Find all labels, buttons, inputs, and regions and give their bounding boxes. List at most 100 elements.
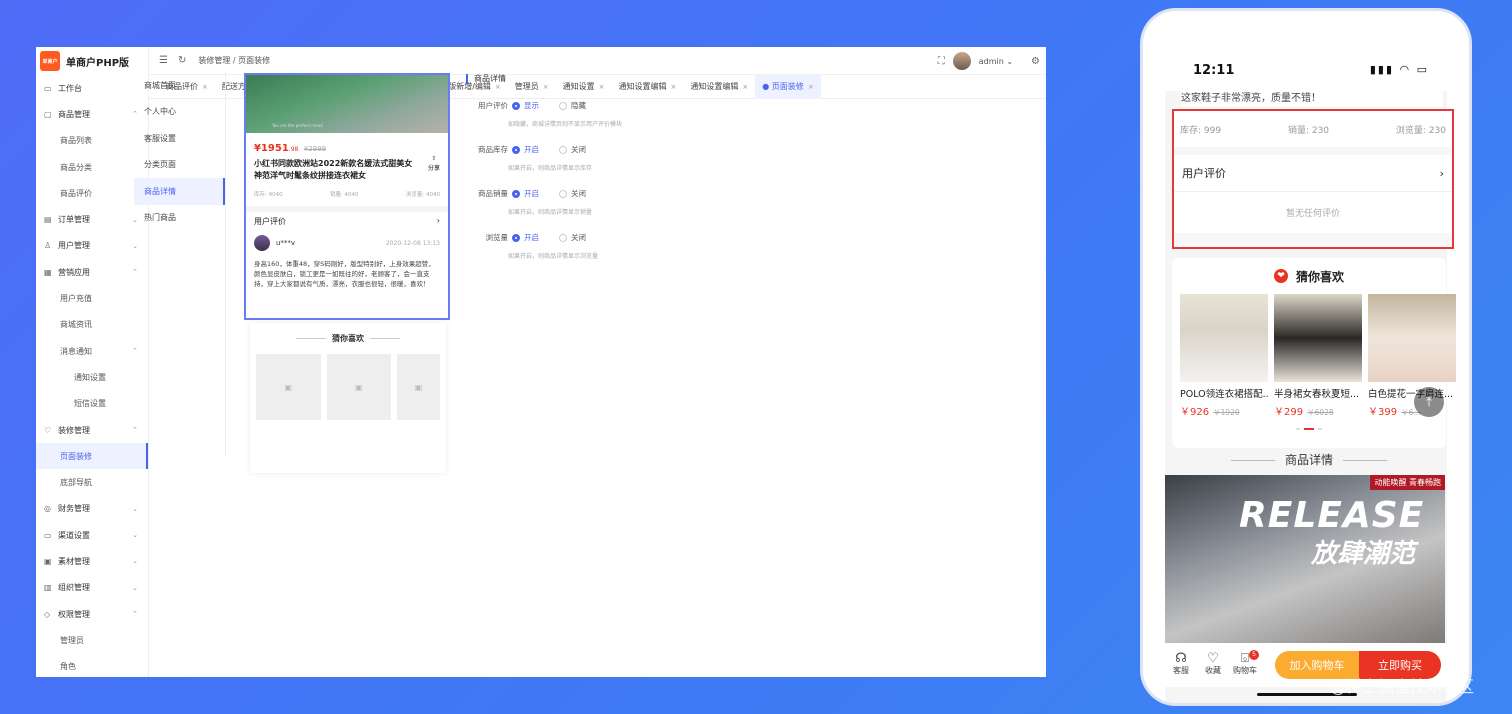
radio-option-on[interactable]: 显示 — [512, 100, 539, 111]
collapse-icon[interactable]: ☰ — [159, 55, 168, 66]
carousel-dot-active[interactable] — [1304, 428, 1314, 430]
subnav-item[interactable]: 商城首页 — [134, 72, 225, 99]
sidebar-item[interactable]: 底部导航 — [36, 469, 148, 495]
settings-rows: 用户评价 显示 隐藏 如隐藏，商城详情页则不显示用户评价模块 商品库存 开启 关闭 如果开启，… — [466, 100, 866, 260]
sidebar-item-label: 消息通知 — [60, 346, 92, 356]
product-title: 小红书同款欧洲站2022新款名媛法式甜美女神范洋气时髦条纹拼接连衣裙女 ⇪ 分享 — [246, 154, 448, 182]
sidebar-item-label: 渠道设置 — [58, 530, 90, 540]
sidebar-item[interactable]: ▢ 商品管理 ⌃ — [36, 101, 148, 127]
breadcrumb: 装修管理 / 页面装修 — [198, 56, 271, 65]
subnav-item[interactable]: 客服设置 — [134, 125, 225, 152]
setting-hint: 如果开启，则商品详情显示浏览量 — [508, 253, 599, 260]
review-username: u***v — [276, 239, 296, 247]
user-menu[interactable]: admin ⌄ — [979, 57, 1013, 66]
product-name: 半身裙女春秋夏短... — [1274, 389, 1360, 400]
stock-text: 库存: 4040 — [254, 192, 283, 198]
radio-option-on[interactable]: 开启 — [512, 232, 539, 243]
status-time: 12:11 — [1193, 63, 1235, 78]
guess-you-like-preview[interactable]: 猜你喜欢 ▣ ▣ ▣ — [250, 323, 446, 473]
product-card[interactable]: 半身裙女春秋夏短... ￥299 ￥6028 — [1274, 294, 1362, 418]
sidebar-item-label: 商品评价 — [60, 188, 92, 198]
sidebar-item-label: 页面装修 — [60, 451, 92, 461]
sidebar-item[interactable]: 商品列表 — [36, 128, 148, 154]
menu-icon: ▣ — [44, 556, 52, 566]
sidebar-item-label: 素材管理 — [58, 556, 90, 566]
share-icon: ⇪ — [431, 155, 437, 162]
radio-option-on[interactable]: 开启 — [512, 144, 539, 155]
back-to-top-icon[interactable]: ⤒ — [1414, 387, 1444, 417]
sidebar-item[interactable]: 消息通知 ⌃ — [36, 338, 148, 364]
sidebar-item[interactable]: 角色 — [36, 654, 148, 677]
radio-option-off[interactable]: 关闭 — [559, 232, 586, 243]
sidebar-item[interactable]: ◎ 财务管理 ⌄ — [36, 496, 148, 522]
refresh-icon[interactable]: ↻ — [178, 55, 186, 66]
setting-hint: 如果开启，则商品详情显示库存 — [508, 165, 593, 172]
sidebar-item[interactable]: 通知设置 — [36, 364, 148, 390]
subnav-item[interactable]: 分类页面 — [134, 152, 225, 179]
sidebar-item[interactable]: ▭ 工作台 — [36, 75, 148, 101]
sidebar-item[interactable]: ▥ 组织管理 ⌄ — [36, 575, 148, 601]
watermark: @稀土掘金技术社区 — [1330, 677, 1475, 696]
radio-option-off[interactable]: 关闭 — [559, 144, 586, 155]
cart-button[interactable]: ⌺ 5 购物车 — [1229, 650, 1261, 677]
sidebar-item[interactable]: ♙ 用户管理 ⌄ — [36, 233, 148, 259]
sidebar-item[interactable]: 页面装修 — [36, 443, 148, 470]
page-subnav: 商城首页 个人中心 客服设置 分类页面 商品详情 热门商品 — [134, 72, 226, 456]
sidebar-item[interactable]: 管理员 — [36, 627, 148, 653]
radio-option-on[interactable]: 开启 — [512, 188, 539, 199]
sidebar-item[interactable]: ◇ 权限管理 ⌃ — [36, 601, 148, 627]
carousel-dots[interactable] — [1172, 428, 1446, 430]
sidebar-item[interactable]: ▣ 素材管理 ⌄ — [36, 548, 148, 574]
price-value: ¥1951 — [254, 143, 289, 154]
sidebar: 单商户 单商户PHP版 ▭ 工作台 ▢ 商品管理 ⌃ 商品列表 商品分类商品评价 ▤ 订单管理 ⌄… — [36, 47, 149, 677]
guess-title: 猜你喜欢 — [250, 323, 446, 344]
setting-hint: 如隐藏，商城详情页则不显示用户评价模块 — [508, 121, 623, 128]
sidebar-item[interactable]: 用户充值 — [36, 285, 148, 311]
sidebar-item[interactable]: 商品评价 — [36, 180, 148, 206]
fullscreen-icon[interactable]: ⛶ — [938, 56, 945, 67]
service-button[interactable]: ☊ 客服 — [1165, 652, 1197, 677]
sidebar-item[interactable]: 商品分类 — [36, 154, 148, 180]
product-title-text: 小红书同款欧洲站2022新款名媛法式甜美女神范洋气时髦条纹拼接连衣裙女 — [254, 159, 413, 180]
favorite-button[interactable]: ♡ 收藏 — [1197, 652, 1229, 677]
product-preview[interactable]: You are the perfect mood ¥1951.98 ¥2999 … — [244, 73, 450, 320]
sidebar-item[interactable]: ▭ 渠道设置 ⌄ — [36, 522, 148, 548]
product-name: POLO领连衣裙搭配... — [1180, 389, 1268, 400]
review-header[interactable]: 用户评价 › — [246, 212, 448, 231]
setting-row: 浏览量 开启 关闭 如果开启，则商品详情显示浏览量 — [466, 232, 866, 260]
radio-label: 关闭 — [571, 233, 586, 242]
brand-logo: 单商户 — [40, 51, 60, 71]
sidebar-item[interactable]: ♡ 装修管理 ⌃ — [36, 417, 148, 443]
settings-icon[interactable]: ⚙ — [1031, 56, 1040, 67]
setting-hint: 如果开启，则商品详情显示销量 — [508, 209, 593, 216]
sidebar-item-label: 装修管理 — [58, 425, 90, 435]
subnav-item[interactable]: 商品详情 — [134, 178, 225, 205]
menu-icon: ◇ — [44, 609, 51, 619]
carousel-dot[interactable] — [1318, 428, 1322, 430]
radio-label: 显示 — [524, 101, 539, 110]
subnav-item[interactable]: 个人中心 — [134, 99, 225, 126]
sidebar-item[interactable]: ▤ 订单管理 ⌄ — [36, 206, 148, 232]
carousel-dot[interactable] — [1296, 428, 1300, 430]
review-time: 2020-12-08 13:13 — [385, 239, 440, 247]
setting-label: 商品销量 — [478, 189, 508, 198]
radio-option-off[interactable]: 关闭 — [559, 188, 586, 199]
sidebar-item[interactable]: 短信设置 — [36, 391, 148, 417]
product-stats: 库存: 4040 销量: 4040 浏览量: 4040 — [246, 182, 448, 212]
brand: 单商户 单商户PHP版 — [36, 47, 148, 75]
chevron-icon: ⌄ — [132, 531, 138, 540]
radio-option-off[interactable]: 隐藏 — [559, 100, 586, 111]
avatar[interactable] — [952, 52, 971, 70]
sidebar-item[interactable]: ▦ 营销应用 ⌃ — [36, 259, 148, 285]
share-button[interactable]: ⇪ 分享 — [428, 154, 440, 174]
sidebar-item-label: 用户充值 — [60, 294, 92, 304]
subnav-item[interactable]: 热门商品 — [134, 205, 225, 232]
product-image — [1274, 294, 1362, 382]
sidebar-item[interactable]: 商城资讯 — [36, 312, 148, 338]
review-header[interactable]: 用户评价 › — [1174, 155, 1452, 191]
product-image — [1368, 294, 1456, 382]
menu-icon: ♙ — [44, 241, 52, 251]
product-card[interactable]: POLO领连衣裙搭配... ￥926 ￥1920 — [1180, 294, 1268, 418]
settings-panel: 商品详情 用户评价 显示 隐藏 如隐藏，商城详情页则不显示用户评价模块 商品库存 开启 关闭… — [466, 74, 866, 260]
sales-text: 销量: 230 — [1287, 125, 1330, 136]
